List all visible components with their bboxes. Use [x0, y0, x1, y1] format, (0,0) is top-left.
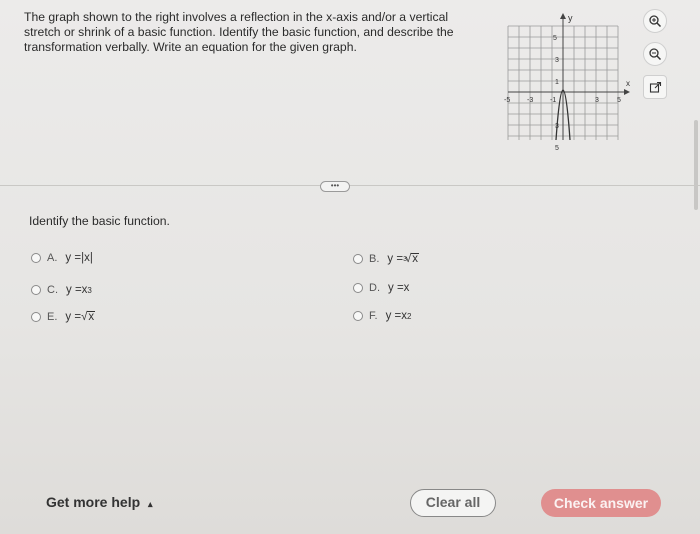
option-c-letter: C.: [47, 284, 58, 296]
option-a[interactable]: A. y = |x|: [31, 252, 93, 264]
function-graph: y x 5 3 1 3 5 -5 -3 -1 3 5: [504, 13, 630, 152]
option-c-power: 3: [87, 285, 92, 295]
option-b-radio[interactable]: [353, 254, 363, 264]
option-f-letter: F.: [369, 310, 378, 322]
page: The graph shown to the right involves a …: [0, 0, 700, 534]
x-tick-neg1: -1: [550, 97, 556, 104]
more-button[interactable]: •••: [320, 181, 350, 192]
option-a-radio[interactable]: [31, 253, 41, 263]
option-f-radio[interactable]: [353, 311, 363, 321]
y-tick-neg5: 5: [555, 145, 559, 152]
option-b-expr: x: [411, 253, 420, 265]
option-d-letter: D.: [369, 282, 380, 294]
option-e-letter: E.: [47, 311, 58, 323]
help-label: Get more help: [46, 494, 141, 510]
option-c-radio[interactable]: [31, 285, 41, 295]
y-tick-1: 1: [555, 79, 559, 86]
section-divider: [0, 185, 700, 186]
option-e-radio[interactable]: [31, 312, 41, 322]
x-axis-arrow: [624, 89, 630, 95]
option-c[interactable]: C. y = x3: [31, 284, 92, 296]
option-a-letter: A.: [47, 252, 58, 264]
y-axis-arrow: [560, 13, 566, 19]
option-a-expr: |x|: [81, 252, 93, 264]
option-e[interactable]: E. y = √ x: [31, 311, 96, 323]
zoom-in-button[interactable]: [643, 9, 667, 33]
popout-button[interactable]: [643, 75, 667, 99]
option-a-lhs: y =: [65, 252, 82, 264]
x-tick-neg5: -5: [504, 97, 510, 104]
zoom-out-icon: [649, 48, 662, 61]
option-e-expr: x: [87, 311, 96, 323]
get-more-help-button[interactable]: Get more help ▴: [46, 494, 153, 510]
option-f[interactable]: F. y = x2: [353, 310, 411, 322]
y-tick-5: 5: [553, 35, 557, 42]
option-d[interactable]: D. y = x: [353, 282, 409, 294]
option-b-lhs: y =: [387, 253, 404, 265]
prompt-text: Identify the basic function.: [29, 214, 170, 228]
option-b[interactable]: B. y = 3 √ x: [353, 253, 420, 265]
question-text: The graph shown to the right involves a …: [24, 10, 454, 54]
option-c-lhs: y =: [66, 284, 82, 296]
x-axis-label: x: [626, 79, 630, 88]
option-d-expr: x: [403, 282, 410, 294]
option-d-radio[interactable]: [353, 283, 363, 293]
x-tick-neg3: -3: [527, 97, 533, 104]
zoom-out-button[interactable]: [643, 42, 667, 66]
zoom-in-icon: [649, 15, 662, 28]
external-link-icon: [649, 81, 661, 93]
option-f-power: 2: [406, 311, 412, 321]
x-tick-3: 3: [595, 97, 599, 104]
option-d-lhs: y =: [388, 282, 404, 294]
scrollbar[interactable]: [694, 120, 698, 210]
help-arrow-icon: ▴: [148, 499, 153, 509]
y-axis-label: y: [568, 13, 573, 23]
option-b-letter: B.: [369, 253, 380, 265]
x-tick-5: 5: [617, 97, 621, 104]
y-tick-neg3: 3: [555, 123, 559, 130]
option-e-lhs: y =: [65, 311, 82, 323]
option-f-lhs: y =: [385, 310, 402, 322]
check-answer-button[interactable]: Check answer: [541, 489, 661, 517]
y-tick-3: 3: [555, 57, 559, 64]
clear-all-button[interactable]: Clear all: [410, 489, 496, 517]
